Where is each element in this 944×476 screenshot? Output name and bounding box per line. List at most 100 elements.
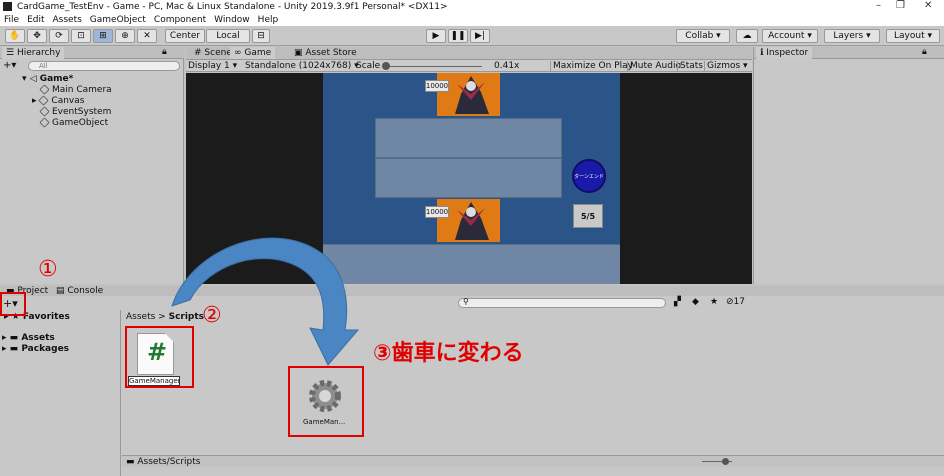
custom-tool-icon[interactable]: ✕ (137, 29, 157, 43)
snap-icon[interactable]: ⊟ (252, 29, 270, 43)
menu-window[interactable]: Window (214, 15, 250, 25)
layers-dropdown[interactable]: Layers ▾ (824, 29, 880, 43)
tab-scene[interactable]: # Scene (190, 47, 236, 59)
menu-component[interactable]: Component (154, 15, 206, 25)
local-label: Local (216, 31, 240, 41)
menu-help[interactable]: Help (258, 15, 279, 25)
menu-bar: File Edit Assets GameObject Component Wi… (0, 13, 944, 26)
mana-panel: 5/5 (573, 204, 603, 228)
gameobject-icon (38, 95, 49, 106)
hand-area (323, 244, 620, 284)
menu-file[interactable]: File (4, 15, 19, 25)
tab-hierarchy[interactable]: ☰ Hierarchy (2, 47, 65, 59)
hierarchy-item[interactable]: EventSystem (39, 106, 112, 117)
annotation-step3: ③歯車に変わる (373, 341, 524, 366)
annotation-step2: ② (202, 303, 222, 328)
create-icon[interactable]: +▾ (3, 60, 16, 71)
inspector-panel: ℹ Inspector 🔒︎ (753, 47, 944, 284)
hierarchy-item-label: EventSystem (52, 106, 112, 117)
collab-dropdown[interactable]: Collab ▾ (676, 29, 730, 43)
lock-icon[interactable]: 🔒︎ (162, 47, 167, 57)
resolution-dropdown[interactable]: Standalone (1024x768) ▾ (245, 61, 359, 71)
account-label: Account (768, 31, 805, 41)
project-footer: ▬ Assets/Scripts (122, 455, 944, 467)
enemy-character-sprite (455, 76, 489, 114)
game-view: 10000 10000 ターンエンド 5/5 (186, 73, 752, 284)
unity-scene-icon: ◁ (29, 73, 37, 84)
hierarchy-item[interactable]: GameObject (39, 117, 108, 128)
gameobject-icon (39, 117, 50, 128)
tab-inspector[interactable]: ℹ Inspector (756, 47, 813, 59)
hidden-count-value: 17 (733, 297, 745, 307)
tree-item-packages[interactable]: ▸ ▬ Packages (2, 344, 69, 354)
filter-label-icon[interactable]: ◆ (692, 297, 699, 307)
project-breadcrumb: Assets > Scripts (126, 312, 204, 322)
breadcrumb-separator: > (158, 312, 166, 322)
pivot-center-toggle[interactable]: Center (165, 29, 205, 43)
pause-button[interactable]: ❚❚ (448, 29, 468, 43)
scale-value: 0.41x (494, 61, 520, 71)
gizmos-dropdown[interactable]: Gizmos ▾ (704, 61, 748, 71)
hierarchy-search-input[interactable]: All (28, 61, 180, 71)
tab-asset-store[interactable]: ▣ Asset Store (290, 47, 361, 59)
mute-audio-toggle[interactable]: Mute Audio (627, 61, 681, 71)
rect-tool-icon[interactable]: ⊞ (93, 29, 113, 43)
footer-path: ▬ Assets/Scripts (126, 457, 201, 467)
project-search-input[interactable] (458, 298, 666, 308)
breadcrumb-scripts[interactable]: Scripts (169, 312, 204, 322)
rotate-tool-icon[interactable]: ⟳ (49, 29, 69, 43)
play-button[interactable]: ▶ (426, 29, 446, 43)
hierarchy-item-label: Main Camera (52, 84, 112, 95)
move-tool-icon[interactable]: ✥ (27, 29, 47, 43)
scale-tool-icon[interactable]: ⊡ (71, 29, 91, 43)
stats-toggle[interactable]: Stats (677, 61, 703, 71)
icon-size-slider-thumb[interactable] (722, 458, 729, 465)
scene-root[interactable]: ▾ ◁ Game* (22, 73, 73, 84)
menu-assets[interactable]: Assets (53, 15, 82, 25)
scale-slider[interactable] (384, 66, 482, 67)
turn-end-label: ターンエンド (574, 173, 604, 180)
tree-item-label: Packages (21, 344, 70, 354)
scale-label: Scale (356, 61, 381, 71)
gizmos-label: Gizmos (707, 61, 741, 71)
hierarchy-panel: ☰ Hierarchy 🔒︎ +▾ All ▾ ◁ Game* Main Cam… (0, 47, 184, 284)
player-hp-value: 10000 (425, 208, 449, 216)
step-button[interactable]: ▶| (470, 29, 490, 43)
breadcrumb-assets[interactable]: Assets (126, 312, 155, 322)
menu-edit[interactable]: Edit (27, 15, 44, 25)
console-icon: ▤ (56, 286, 65, 296)
minimize-button[interactable]: – (876, 0, 881, 11)
player-hp-badge: 10000 (425, 206, 449, 218)
account-dropdown[interactable]: Account ▾ (762, 29, 818, 43)
maximize-on-play-toggle[interactable]: Maximize On Play (550, 61, 633, 71)
center-label: Center (169, 31, 201, 41)
cloud-icon[interactable]: ☁ (736, 29, 758, 43)
expand-arrow-icon[interactable]: ▸ (32, 96, 37, 106)
maximize-button[interactable]: ❐ (896, 0, 905, 11)
display-label: Display 1 (188, 61, 230, 71)
tree-item-assets[interactable]: ▸ ▬ Assets (2, 333, 55, 343)
close-button[interactable]: ✕ (924, 0, 932, 11)
favorite-star-icon[interactable]: ★ (710, 297, 718, 307)
hand-tool-icon[interactable]: ✋ (5, 29, 25, 43)
layout-dropdown[interactable]: Layout ▾ (886, 29, 940, 43)
gameobject-icon (39, 84, 50, 95)
annotation-box-script (125, 326, 194, 388)
hierarchy-item[interactable]: Main Camera (39, 84, 112, 95)
scale-slider-thumb[interactable] (382, 62, 390, 70)
player-character-sprite (455, 202, 489, 240)
menu-gameobject[interactable]: GameObject (90, 15, 146, 25)
game-canvas: 10000 10000 ターンエンド 5/5 (323, 73, 620, 284)
tab-console[interactable]: ▤ Console (52, 286, 107, 296)
display-dropdown[interactable]: Display 1 ▾ (188, 61, 237, 71)
hierarchy-item[interactable]: ▸ Canvas (32, 95, 84, 106)
gameobject-icon (39, 106, 50, 117)
turn-end-button[interactable]: ターンエンド (572, 159, 606, 193)
layers-label: Layers (833, 31, 864, 41)
lock-icon[interactable]: 🔒︎ (922, 47, 927, 57)
folder-icon: ▬ (9, 344, 19, 354)
tab-game[interactable]: ∞ Game (230, 47, 276, 59)
transform-tool-icon[interactable]: ⊕ (115, 29, 135, 43)
filter-type-icon[interactable]: ▞ (674, 297, 681, 307)
pivot-local-toggle[interactable]: Local (206, 29, 250, 43)
